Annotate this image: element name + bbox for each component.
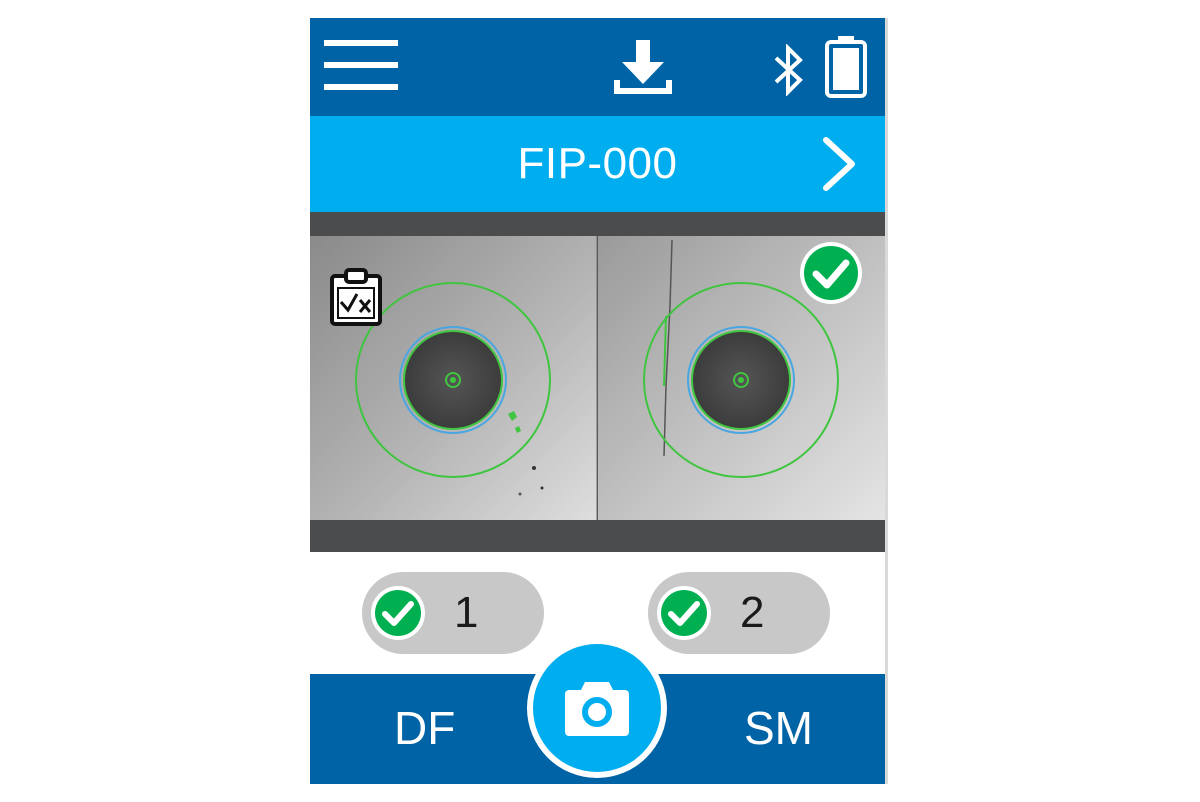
- fiber-result-1[interactable]: 1: [362, 572, 544, 654]
- battery-icon: [825, 36, 867, 98]
- fiber-result-2[interactable]: 2: [648, 572, 830, 654]
- fiber-result-label: 1: [454, 588, 479, 637]
- sm-mode-button[interactable]: SM: [744, 698, 813, 758]
- device-bezel-edge: [885, 18, 888, 784]
- pass-check-icon: [800, 242, 862, 304]
- df-mode-button[interactable]: DF: [394, 698, 455, 758]
- capture-button[interactable]: [527, 638, 667, 778]
- top-toolbar: [310, 18, 885, 116]
- download-icon[interactable]: [612, 40, 674, 96]
- device-title-bar[interactable]: FIP-000: [310, 116, 885, 212]
- clipboard-fail-icon[interactable]: [328, 266, 384, 328]
- bluetooth-icon: [774, 44, 803, 96]
- fiber-result-label: 2: [740, 588, 765, 637]
- menu-icon[interactable]: [324, 38, 398, 92]
- pass-check-icon: [371, 586, 425, 640]
- pass-check-icon: [657, 586, 711, 640]
- chevron-right-icon[interactable]: [818, 136, 862, 192]
- device-screen: FIP-000 1 2 DF SM: [310, 18, 888, 784]
- capture-button-face: [533, 644, 661, 772]
- device-title: FIP-000: [517, 139, 678, 188]
- camera-icon: [565, 682, 629, 736]
